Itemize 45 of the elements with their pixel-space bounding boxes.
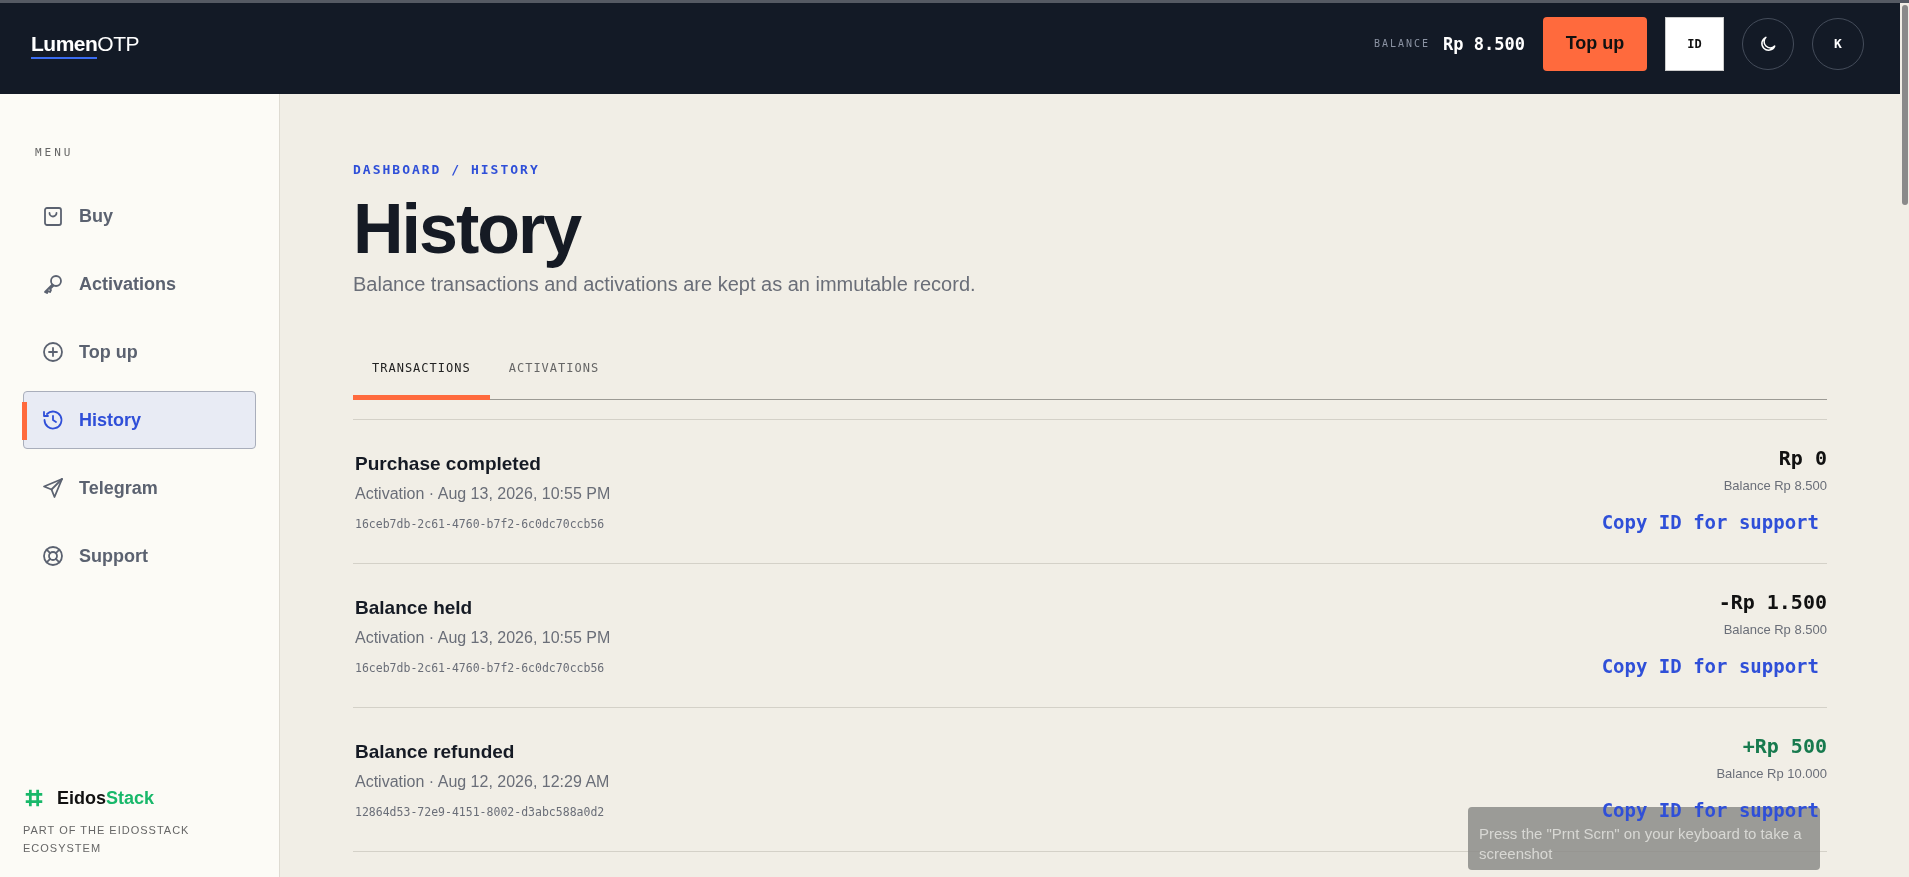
brand-logo: EidosStack: [57, 787, 155, 809]
balance-label: BALANCE: [1373, 38, 1431, 49]
tagline: PART OF THE EIDOSSTACK ECOSYSTEM: [23, 823, 191, 856]
transaction-id: 16ceb7db-2c61-4760-b7f2-6c0dc70ccb56: [355, 661, 606, 675]
copy-id-link[interactable]: Copy ID for support: [1601, 655, 1819, 677]
sidebar-item[interactable]: Buy: [23, 187, 256, 245]
transaction-amount: Rp 0: [1778, 446, 1827, 470]
sidebar-item[interactable]: Activations: [23, 255, 256, 313]
plus-circle-icon: [41, 340, 65, 364]
transaction-meta: Activation · Aug 13, 2026, 10:55 PM: [355, 629, 611, 647]
transaction-id: 12864d53-72e9-4151-8002-d3abc588a0d2: [355, 805, 606, 819]
avatar-button[interactable]: K: [1812, 17, 1864, 70]
hash-icon: [23, 787, 45, 809]
transaction-id: 16ceb7db-2c61-4760-b7f2-6c0dc70ccb56: [355, 517, 606, 531]
tab[interactable]: ACTIVATIONS: [489, 351, 619, 400]
transaction-meta: Activation · Aug 13, 2026, 10:55 PM: [355, 485, 611, 503]
sidebar-item[interactable]: Top up: [23, 323, 256, 381]
transaction-title: Balance held: [355, 597, 474, 619]
key-icon: [41, 272, 65, 296]
copy-id-link[interactable]: Copy ID for support: [1601, 511, 1819, 533]
page-title: History: [353, 189, 583, 269]
balance-after: Balance Rp 8.500: [1723, 622, 1827, 637]
top-up-button[interactable]: Top up: [1543, 16, 1647, 71]
history-icon: [41, 408, 65, 432]
balance-amount: Rp 8.500: [1443, 33, 1525, 54]
language-button[interactable]: ID: [1665, 16, 1724, 71]
scrollbar[interactable]: [1901, 5, 1908, 205]
send-icon: [41, 476, 65, 500]
page-subtitle: Balance transactions and activations are kept as an immutable record.: [353, 273, 977, 296]
tab[interactable]: TRANSACTIONS: [353, 351, 490, 400]
transaction-title: Purchase completed: [355, 453, 542, 475]
breadcrumb: DASHBOARD / HISTORY: [353, 162, 541, 177]
logo[interactable]: LumenOTP: [31, 31, 139, 56]
transaction-amount: -Rp 1.500: [1718, 590, 1827, 614]
sidebar-item[interactable]: History: [23, 391, 256, 449]
transaction-title: Balance refunded: [355, 741, 516, 763]
sidebar-item[interactable]: Telegram: [23, 459, 256, 517]
transaction-amount: +Rp 500: [1742, 734, 1827, 758]
menu-heading: MENU: [35, 146, 75, 159]
transaction-meta: Activation · Aug 12, 2026, 12:29 AM: [355, 773, 610, 791]
sidebar-item[interactable]: Support: [23, 527, 256, 585]
balance-after: Balance Rp 8.500: [1723, 478, 1827, 493]
lifebuoy-icon: [41, 544, 65, 568]
bag-icon: [41, 204, 65, 228]
balance-after: Balance Rp 10.000: [1716, 766, 1827, 781]
